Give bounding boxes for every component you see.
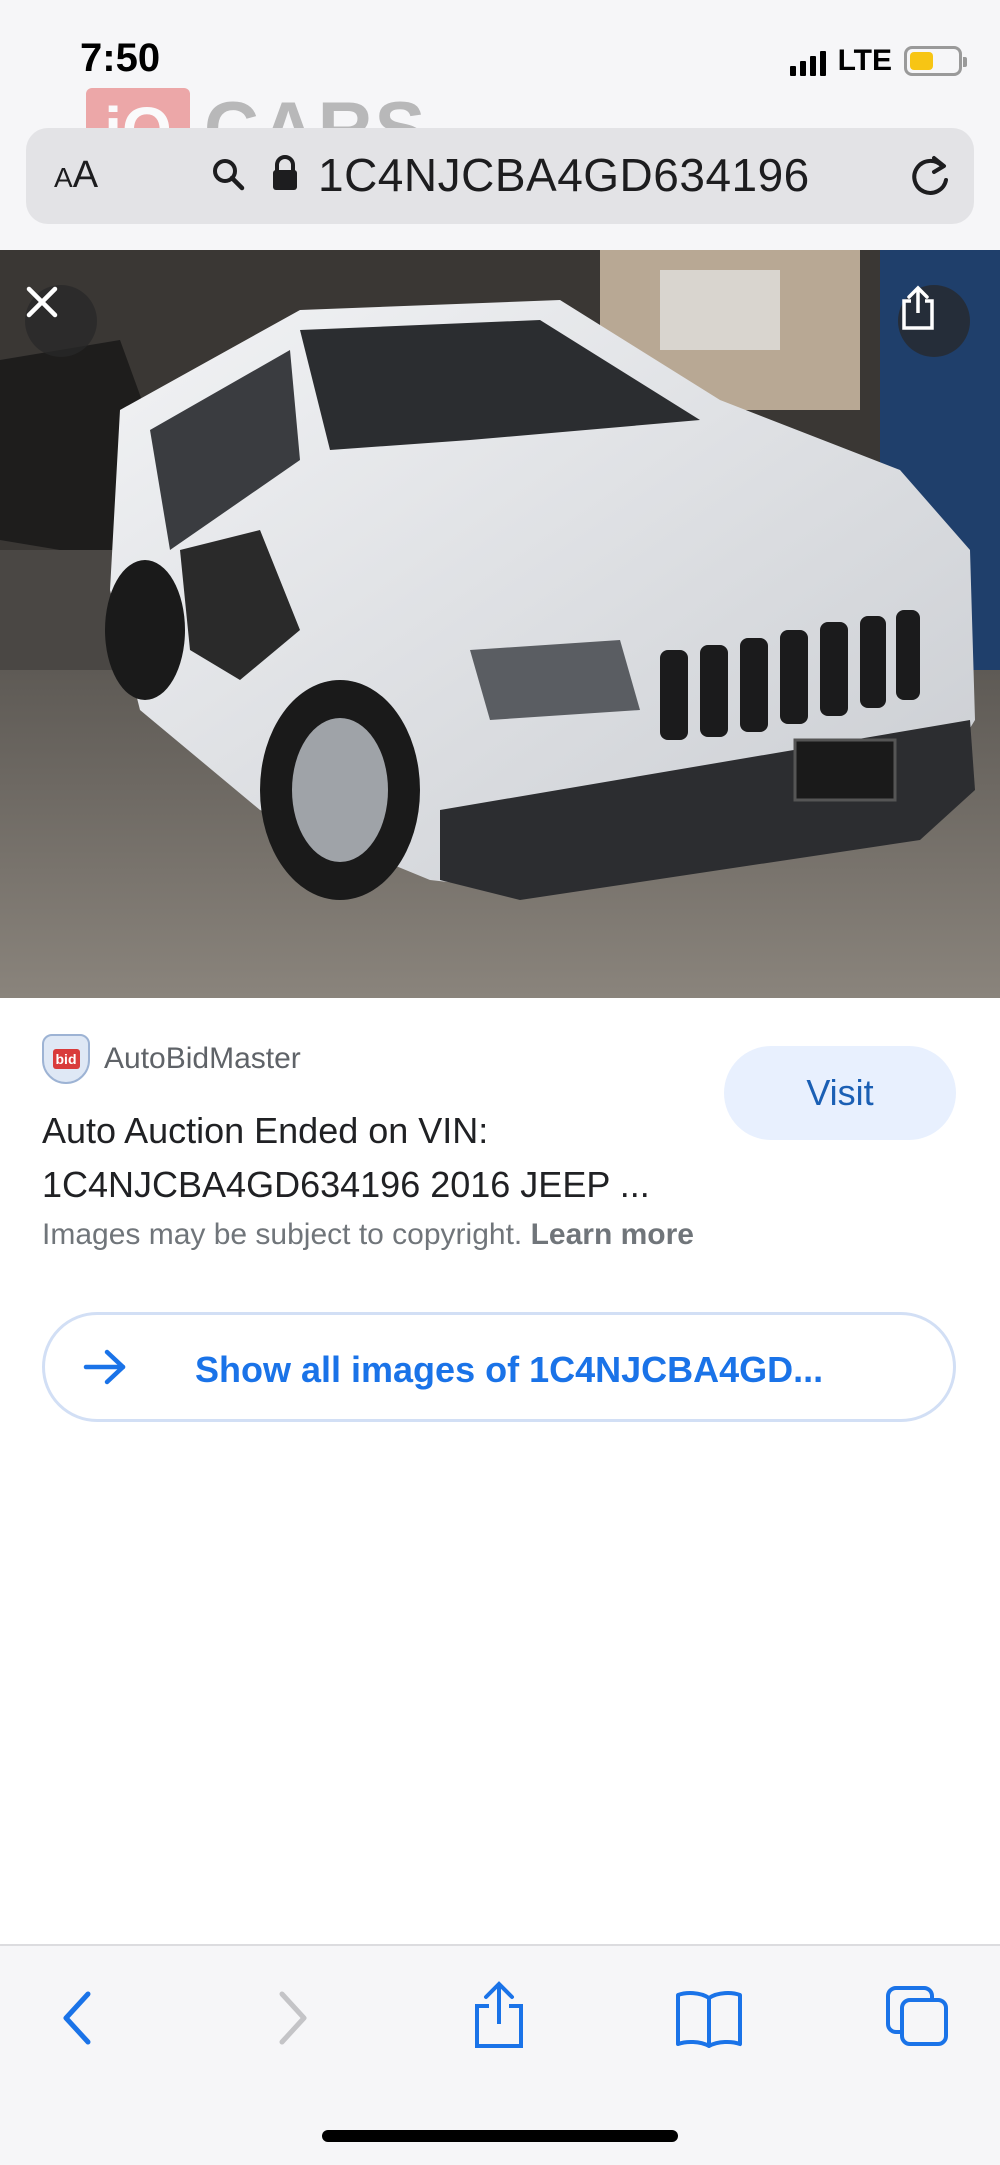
home-indicator[interactable] xyxy=(322,2130,678,2142)
copyright-notice: Images may be subject to copyright. Lear… xyxy=(42,1218,694,1251)
show-all-images-button[interactable]: Show all images of 1C4NJCBA4GD... xyxy=(42,1312,956,1422)
lock-icon xyxy=(273,155,297,190)
forward-icon[interactable] xyxy=(270,1988,314,2048)
signal-icon xyxy=(789,46,826,76)
share-icon[interactable] xyxy=(470,1980,528,2050)
tabs-icon[interactable] xyxy=(884,1984,950,2048)
source[interactable]: bid AutoBidMaster xyxy=(42,1034,301,1084)
browser-top-chrome: 7:50 LTE iQ CARS AA 1C4NJCBA4GD634196 xyxy=(0,0,1000,250)
reload-icon[interactable] xyxy=(906,150,954,202)
vehicle-image[interactable] xyxy=(0,250,1000,998)
share-icon xyxy=(902,285,934,330)
search-icon xyxy=(213,159,245,191)
visit-button[interactable]: Visit xyxy=(724,1046,956,1140)
network-type: LTE xyxy=(837,44,892,77)
status-time: 7:50 xyxy=(80,36,161,80)
bookmarks-icon[interactable] xyxy=(674,1988,744,2050)
learn-more-link[interactable]: Learn more xyxy=(531,1218,694,1251)
address-bar[interactable]: AA 1C4NJCBA4GD634196 xyxy=(26,128,974,224)
close-button[interactable] xyxy=(25,285,97,357)
battery-icon xyxy=(904,46,967,76)
share-image-button[interactable] xyxy=(898,285,970,357)
close-icon xyxy=(26,286,58,318)
arrow-right-icon xyxy=(83,1349,126,1385)
url-text[interactable]: 1C4NJCBA4GD634196 xyxy=(318,148,810,202)
result-title[interactable]: Auto Auction Ended on VIN: 1C4NJCBA4GD63… xyxy=(42,1104,702,1212)
status-indicators: LTE xyxy=(789,44,967,78)
source-logo: bid xyxy=(42,1034,90,1084)
show-all-label: Show all images of 1C4NJCBA4GD... xyxy=(195,1349,824,1390)
source-name: AutoBidMaster xyxy=(104,1042,301,1075)
text-size-button[interactable]: AA xyxy=(54,154,98,197)
back-icon[interactable] xyxy=(56,1988,100,2048)
car-photo xyxy=(0,250,1000,998)
